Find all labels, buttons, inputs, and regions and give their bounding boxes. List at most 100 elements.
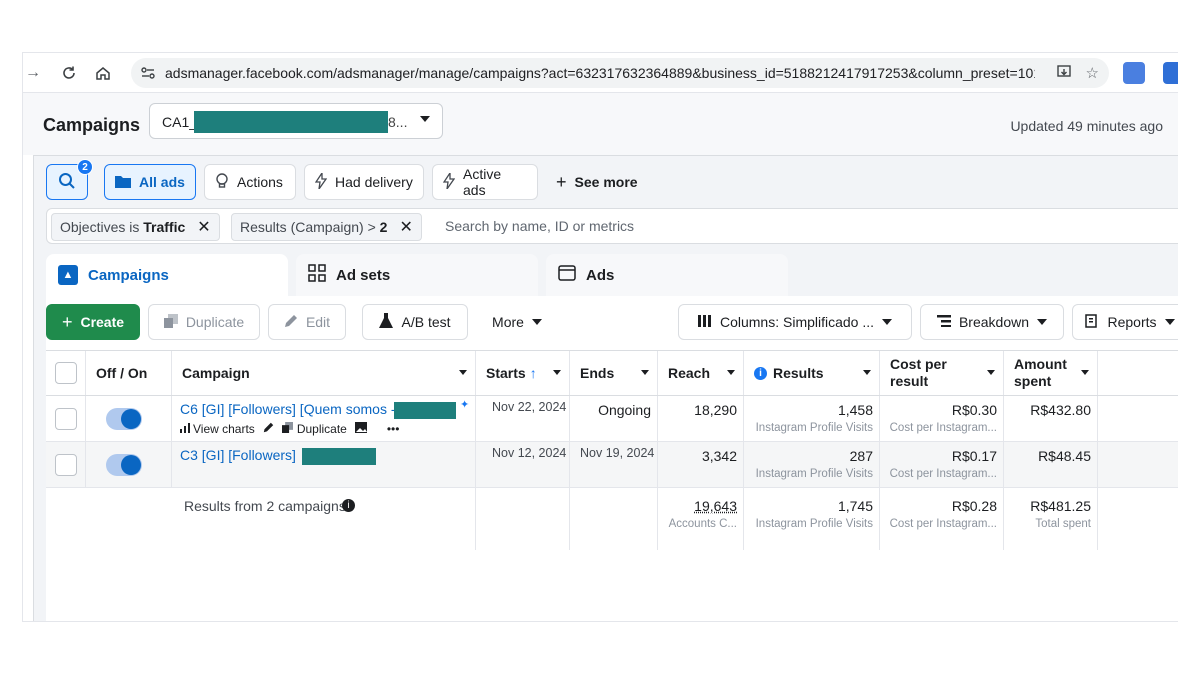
start-date: Nov 12, 2024: [492, 446, 567, 460]
had-delivery-label: Had delivery: [335, 174, 413, 190]
chevron-down-icon: [863, 370, 871, 375]
total-spent-type: Total spent: [1035, 518, 1091, 530]
chevron-down-icon: [1164, 319, 1175, 325]
bookmark-star-icon[interactable]: ☆: [1086, 64, 1099, 84]
ab-test-button[interactable]: A/B test: [362, 304, 468, 340]
row-duplicate-link[interactable]: Duplicate: [297, 422, 347, 436]
row-hover-actions: View charts Duplicate •••: [180, 422, 399, 436]
row-select-cell: [46, 442, 86, 488]
pin-icon[interactable]: ✦: [460, 398, 469, 411]
forward-icon[interactable]: →: [23, 61, 45, 85]
total-reach-type: Accounts C...: [668, 518, 737, 530]
table-header: Off / On Campaign Starts ↑ Ends Reach i …: [46, 350, 1178, 396]
column-header-ends[interactable]: Ends: [570, 351, 658, 395]
amount-spent-cell: R$48.45: [1004, 442, 1098, 488]
campaigns-table-panel: + Create Duplicate Edit A/B test More Co…: [46, 296, 1178, 621]
totals-ends-cell: [570, 488, 658, 550]
breakdown-dropdown[interactable]: Breakdown: [920, 304, 1064, 340]
actions-button[interactable]: Actions: [204, 164, 296, 200]
column-header-results[interactable]: i Results: [744, 351, 880, 395]
folder-icon: [115, 174, 131, 191]
tab-ads[interactable]: Ads: [546, 254, 788, 296]
chevron-down-icon: [531, 319, 542, 325]
table-row[interactable]: C6 [GI] [Followers] [Quem somos -a ✦ Vie…: [46, 396, 1178, 442]
more-options-icon[interactable]: •••: [387, 422, 400, 436]
row-checkbox[interactable]: [55, 408, 77, 430]
search-button[interactable]: 2: [46, 159, 93, 200]
all-ads-button[interactable]: All ads: [104, 164, 196, 200]
totals-reach-cell: 19,643 Accounts C...: [658, 488, 744, 550]
row-checkbox[interactable]: [55, 454, 77, 476]
address-bar[interactable]: adsmanager.facebook.com/adsmanager/manag…: [131, 58, 1109, 88]
see-more-button[interactable]: + See more: [546, 164, 656, 200]
lightning-icon: [442, 170, 456, 192]
column-header-offon[interactable]: Off / On: [86, 351, 172, 395]
had-delivery-button[interactable]: Had delivery: [304, 164, 424, 200]
site-info-icon[interactable]: [139, 64, 157, 82]
table-row[interactable]: C3 [GI] [Followers] Nov 12, 2024 Nov 19,…: [46, 442, 1178, 488]
reload-icon[interactable]: [57, 61, 81, 85]
info-icon[interactable]: i: [754, 366, 767, 380]
create-button[interactable]: + Create: [46, 304, 140, 340]
active-ads-button[interactable]: Active ads: [432, 164, 538, 200]
filter-chip-results[interactable]: Results (Campaign) > 2 ✕: [231, 213, 422, 241]
edit-label: Edit: [305, 314, 331, 330]
translate-extension-icon[interactable]: [1123, 62, 1145, 84]
column-header-starts[interactable]: Starts ↑: [476, 351, 570, 395]
page-title: Campaigns: [43, 115, 141, 135]
edit-button[interactable]: Edit: [268, 304, 346, 340]
results-cell: 287 Instagram Profile Visits: [744, 442, 880, 488]
pencil-icon[interactable]: [263, 422, 274, 436]
campaign-toggle[interactable]: [106, 454, 142, 476]
campaign-name-link[interactable]: C3 [GI] [Followers]: [180, 447, 296, 463]
view-charts-link[interactable]: View charts: [193, 422, 255, 436]
close-icon[interactable]: ✕: [197, 217, 210, 237]
more-button[interactable]: More: [482, 304, 552, 340]
end-status: Ongoing: [598, 402, 651, 418]
home-icon[interactable]: [91, 61, 115, 85]
starts-cell: Nov 12, 2024: [476, 442, 570, 488]
duplicate-icon: [163, 313, 178, 331]
columns-icon: [697, 314, 712, 330]
starts-cell: Nov 22, 2024: [476, 396, 570, 442]
column-header-campaign[interactable]: Campaign: [172, 351, 476, 395]
bar-chart-icon: [180, 422, 191, 436]
see-more-label: See more: [574, 174, 638, 190]
column-header-cost-per-result[interactable]: Cost per result: [880, 351, 1004, 395]
tab-campaigns-label: Campaigns: [88, 266, 169, 284]
select-all-checkbox[interactable]: [54, 362, 77, 384]
reach-cell: 18,290: [658, 396, 744, 442]
cost-per-result-type: Cost per Instagram...: [889, 468, 997, 480]
install-app-icon[interactable]: [1056, 64, 1072, 84]
account-selector[interactable]: CA1_( 8...: [149, 103, 443, 139]
redaction-block: [394, 402, 456, 419]
image-icon[interactable]: [354, 422, 367, 436]
cost-per-result-cell: R$0.30 Cost per Instagram...: [880, 396, 1004, 442]
campaign-toggle[interactable]: [106, 408, 142, 430]
extension-icon[interactable]: [1163, 62, 1178, 84]
column-header-amount-spent[interactable]: Amount spent: [1004, 351, 1098, 395]
tab-campaigns[interactable]: ▲ Campaigns: [46, 254, 288, 296]
reports-dropdown[interactable]: Reports: [1072, 304, 1178, 340]
amount-spent-value: R$48.45: [1038, 448, 1091, 464]
columns-dropdown[interactable]: Columns: Simplificado ...: [678, 304, 912, 340]
close-icon[interactable]: ✕: [399, 217, 412, 237]
row-select-cell: [46, 396, 86, 442]
info-icon[interactable]: i: [342, 499, 355, 512]
search-input[interactable]: Search by name, ID or metrics: [445, 218, 634, 234]
reports-label: Reports: [1107, 314, 1157, 330]
totals-label-cell: Results from 2 campaigns i: [172, 488, 476, 550]
total-results-type: Instagram Profile Visits: [755, 518, 873, 530]
lightning-icon: [314, 170, 328, 192]
table-actions-toolbar: + Create Duplicate Edit A/B test More Co…: [46, 304, 1178, 340]
filter-chip-objective[interactable]: Objectives is Traffic ✕: [51, 213, 220, 241]
campaign-name-link[interactable]: C6 [GI] [Followers] [Quem somos -a: [180, 401, 403, 417]
more-label: More: [492, 314, 524, 330]
column-header-results-label: Results: [773, 364, 824, 381]
duplicate-button[interactable]: Duplicate: [148, 304, 260, 340]
column-header-reach[interactable]: Reach: [658, 351, 744, 395]
column-header-spent-label: Amount spent: [1014, 356, 1067, 389]
start-date: Nov 22, 2024: [492, 400, 567, 414]
tab-ad-sets[interactable]: Ad sets: [296, 254, 538, 296]
column-header-ends-label: Ends: [580, 364, 615, 381]
